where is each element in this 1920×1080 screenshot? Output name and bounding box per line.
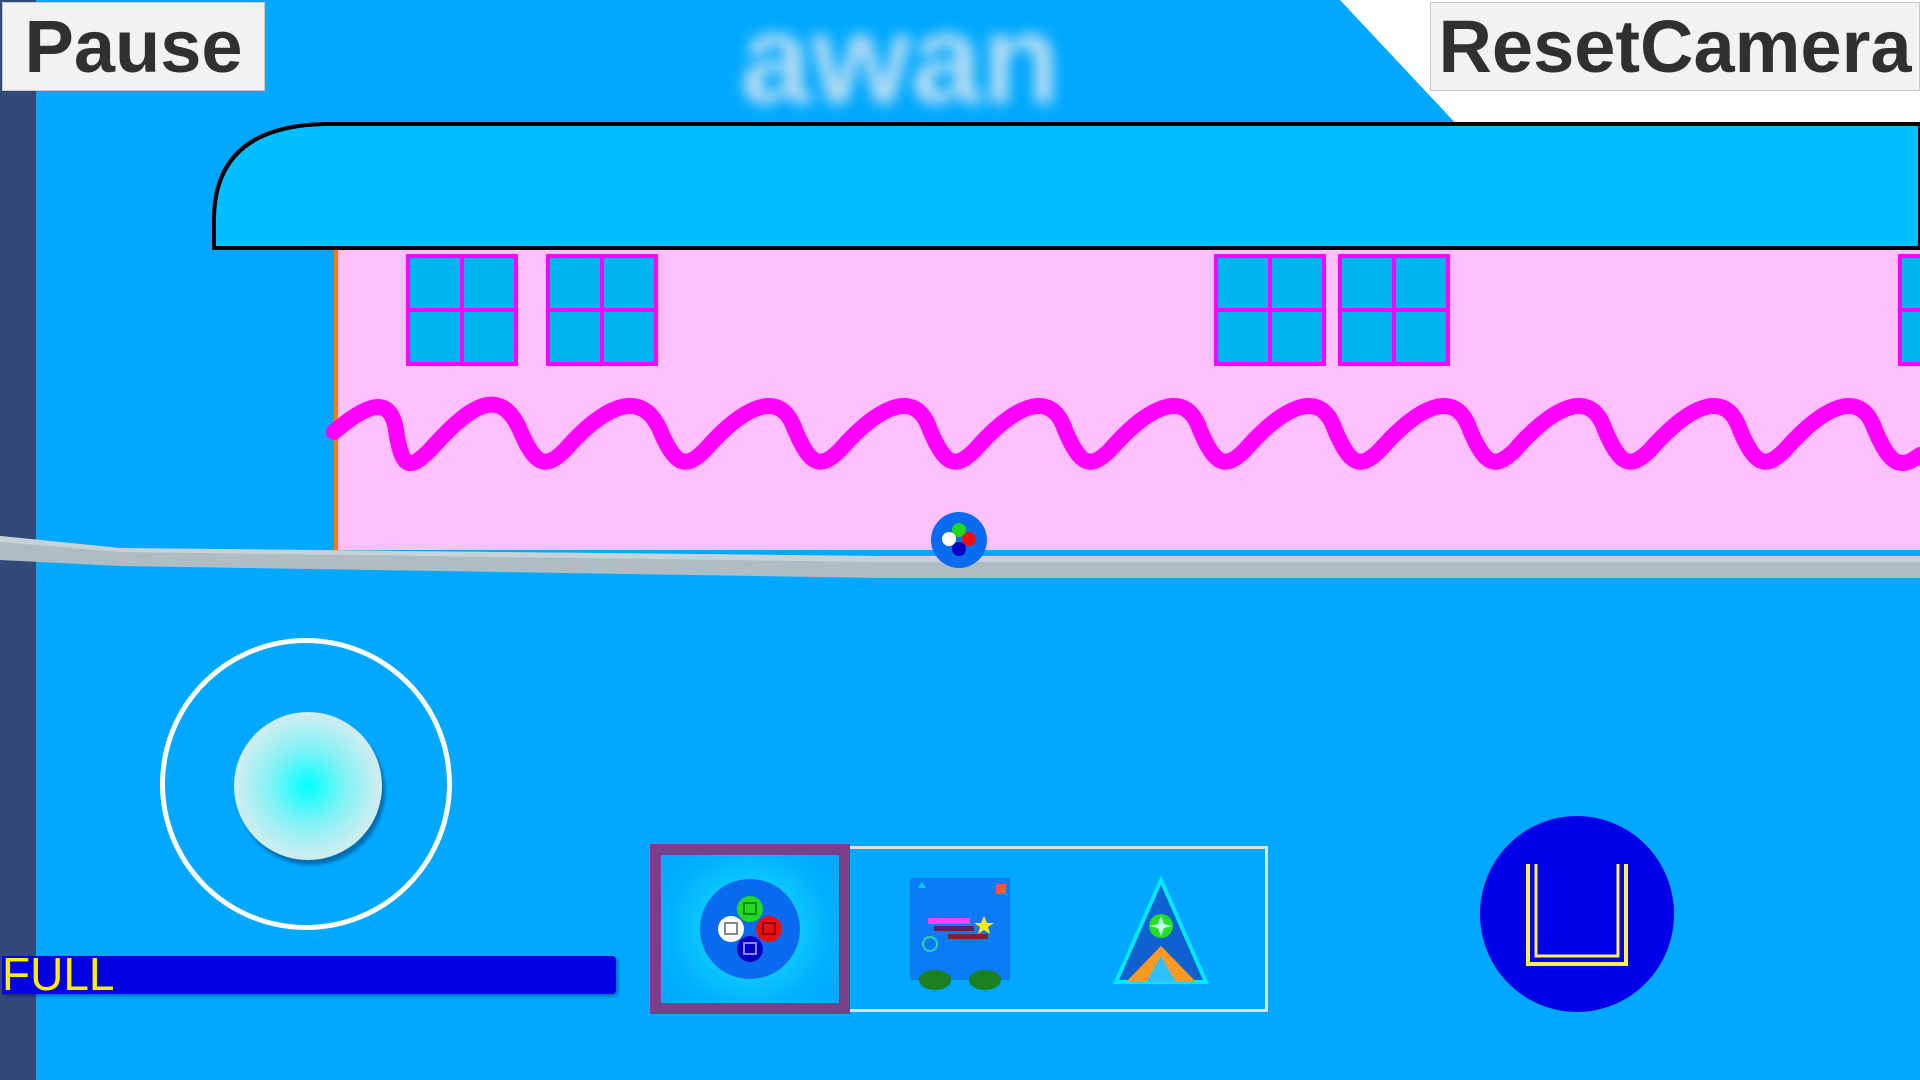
window bbox=[406, 254, 518, 366]
selector-slot-tent[interactable] bbox=[1064, 848, 1258, 1010]
tent-icon bbox=[1112, 875, 1210, 984]
level-map-icon bbox=[910, 878, 1010, 990]
selector-slot-level[interactable] bbox=[860, 848, 1054, 1010]
selector-slot-ball[interactable] bbox=[650, 844, 850, 1014]
building-edge bbox=[334, 248, 338, 550]
cup-icon bbox=[1526, 864, 1628, 966]
cloud-text: awan bbox=[739, 0, 1061, 131]
player-ball bbox=[931, 512, 987, 568]
energy-label: FULL bbox=[2, 948, 115, 1000]
ball-character-icon bbox=[700, 879, 800, 979]
window bbox=[546, 254, 658, 366]
building-roof bbox=[212, 122, 1920, 250]
pause-button[interactable]: Pause bbox=[2, 2, 265, 91]
window bbox=[1338, 254, 1450, 366]
joystick-knob[interactable] bbox=[234, 712, 382, 860]
window bbox=[1898, 254, 1920, 366]
reset-camera-button[interactable]: ResetCamera bbox=[1430, 2, 1920, 91]
action-button[interactable] bbox=[1480, 816, 1674, 1012]
window bbox=[1214, 254, 1326, 366]
